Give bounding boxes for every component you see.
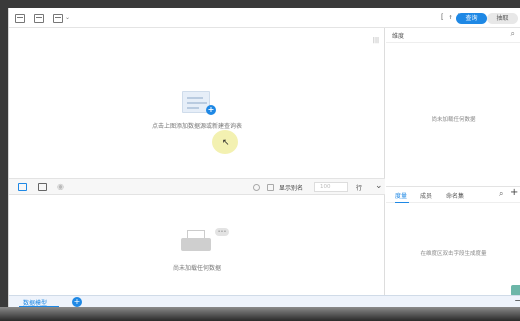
tab-named-sets[interactable]: 命名集 <box>446 191 464 200</box>
search-icon[interactable]: ⌕ <box>511 29 515 39</box>
refresh-icon[interactable] <box>253 184 260 191</box>
empty-hint: 点击上图添加数据源或新建查询表 <box>151 123 242 130</box>
plus-icon[interactable]: + <box>206 105 216 115</box>
chevron-down-icon[interactable]: ⌄ <box>65 14 70 21</box>
chart-icon[interactable] <box>53 14 63 23</box>
row-limit-input[interactable]: 100 <box>314 182 348 192</box>
cursor-icon: ↖ <box>222 138 230 148</box>
empty-tray-icon <box>181 228 211 252</box>
table-icon[interactable] <box>15 14 25 23</box>
toolbar: ⌄ [ ↑ ] 查询 抽取 <box>9 8 520 28</box>
layout-icon[interactable] <box>34 14 44 23</box>
search-icon[interactable]: ⌕ <box>499 189 503 199</box>
measure-tabs: 度量 成员 命名集 ⌕ + <box>386 186 520 203</box>
add-datasource-illustration[interactable]: + <box>182 91 216 115</box>
measure-empty-text: 在维度区双击字段生成度量 <box>420 251 487 257</box>
mode-extract-button[interactable]: 抽取 <box>487 13 518 24</box>
dimension-empty-text: 尚未加载任何数据 <box>431 117 476 123</box>
add-tab-button[interactable]: + <box>72 297 82 307</box>
chevron-down-icon[interactable]: ⌄ <box>375 181 383 191</box>
tab-members[interactable]: 成员 <box>420 191 432 200</box>
rows-unit-label: 行 <box>356 185 363 192</box>
chat-bubble-icon: ••• <box>215 228 229 236</box>
collapse-icon[interactable]: ||| <box>373 37 379 44</box>
active-tab-underline <box>395 202 409 203</box>
show-alias-label: 显示别名 <box>279 185 304 192</box>
mode-query-button[interactable]: 查询 <box>456 13 487 24</box>
result-toolbar: ◉ 显示别名 100 行 ⌄ <box>9 178 385 195</box>
grid-view-icon[interactable] <box>18 183 27 191</box>
result-empty-text: 尚未加载任何数据 <box>172 265 221 272</box>
window-shadow <box>0 307 520 321</box>
dimension-header: 维度 ⌕ <box>386 28 520 43</box>
app-window: ⌄ [ ↑ ] 查询 抽取 ||| + 点击上图添加数据源或新建查询表 ↖ 维度… <box>8 8 520 308</box>
result-pane: ••• 尚未加载任何数据 <box>9 195 385 295</box>
tab-measure[interactable]: 度量 <box>395 191 407 200</box>
minimize-icon[interactable]: − <box>514 296 520 305</box>
bottom-tab-bar: 数据模型 + − <box>9 295 520 308</box>
panel-view-icon[interactable] <box>38 183 47 191</box>
canvas-pane[interactable]: ||| + 点击上图添加数据源或新建查询表 ↖ <box>9 28 385 178</box>
dimension-title: 维度 <box>392 33 405 40</box>
eye-icon[interactable]: ◉ <box>57 182 64 191</box>
show-alias-checkbox[interactable] <box>267 184 274 191</box>
add-icon[interactable]: + <box>510 187 518 198</box>
